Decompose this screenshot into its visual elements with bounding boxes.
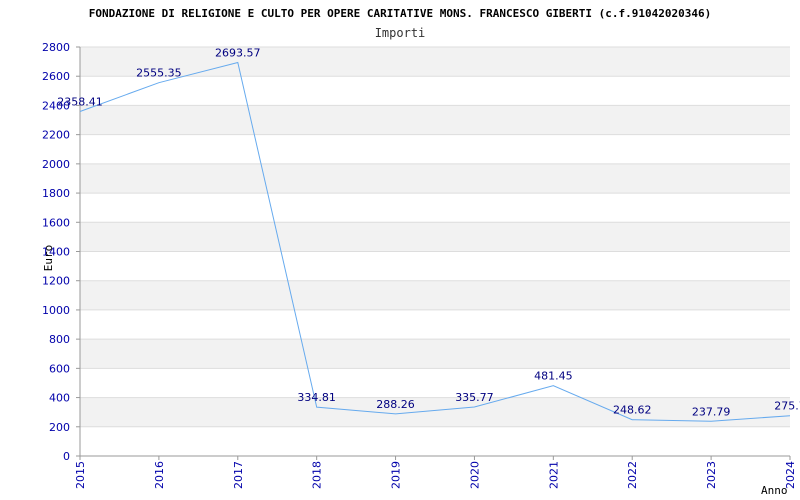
grid-band (80, 339, 790, 369)
y-axis-label: Euro (42, 245, 55, 272)
grid-band (80, 47, 790, 77)
data-label: 275.7 (774, 400, 800, 413)
x-axis-label: Anno (761, 484, 788, 497)
data-label: 248.62 (613, 404, 652, 417)
grid-band (80, 309, 790, 340)
y-tick-label: 1800 (42, 187, 70, 200)
grid-band (80, 134, 790, 164)
y-tick-label: 2600 (42, 70, 70, 83)
y-tick-label: 2200 (42, 129, 70, 142)
grid-band (80, 222, 790, 252)
x-tick-label: 2020 (468, 461, 481, 489)
data-label: 2555.35 (136, 67, 182, 80)
data-label: 2693.57 (215, 47, 261, 60)
x-tick-label: 2017 (232, 461, 245, 489)
data-label: 335.77 (455, 391, 494, 404)
data-label: 288.26 (376, 398, 415, 411)
grid-band (80, 280, 790, 310)
y-tick-label: 2000 (42, 158, 70, 171)
x-tick-label: 2021 (547, 461, 560, 489)
grid-band (80, 105, 790, 135)
grid-band (80, 426, 790, 456)
chart-subtitle: Importi (375, 26, 426, 40)
grid-band (80, 193, 790, 223)
grid-band (80, 397, 790, 427)
x-tick-label: 2023 (705, 461, 718, 489)
y-tick-label: 400 (49, 392, 70, 405)
x-tick-label: 2016 (153, 461, 166, 489)
grid-band (80, 251, 790, 281)
y-tick-label: 600 (49, 362, 70, 375)
y-tick-label: 2800 (42, 41, 70, 54)
data-label: 2358.41 (57, 96, 103, 109)
data-label: 481.45 (534, 370, 573, 383)
y-tick-label: 1000 (42, 304, 70, 317)
x-tick-label: 2015 (74, 461, 87, 489)
x-tick-label: 2018 (311, 461, 324, 489)
grid-band (80, 163, 790, 194)
grid-band (80, 76, 790, 106)
y-tick-label: 0 (63, 450, 70, 463)
y-tick-label: 1200 (42, 275, 70, 288)
x-tick-labels: 2015 2016 2017 2018 2019 2020 2021 2022 2023 2024 (74, 456, 797, 489)
x-tick-label: 2019 (390, 461, 403, 489)
x-tick-label: 2022 (626, 461, 639, 489)
grid-band (80, 368, 790, 398)
line-chart: FONDAZIONE DI RELIGIONE E CULTO PER OPER… (42, 7, 800, 497)
y-tick-label: 800 (49, 333, 70, 346)
data-label: 334.81 (297, 391, 336, 404)
y-tick-label: 1600 (42, 216, 70, 229)
data-label: 237.79 (692, 405, 731, 418)
y-tick-label: 200 (49, 421, 70, 434)
chart-title: FONDAZIONE DI RELIGIONE E CULTO PER OPER… (89, 7, 712, 20)
